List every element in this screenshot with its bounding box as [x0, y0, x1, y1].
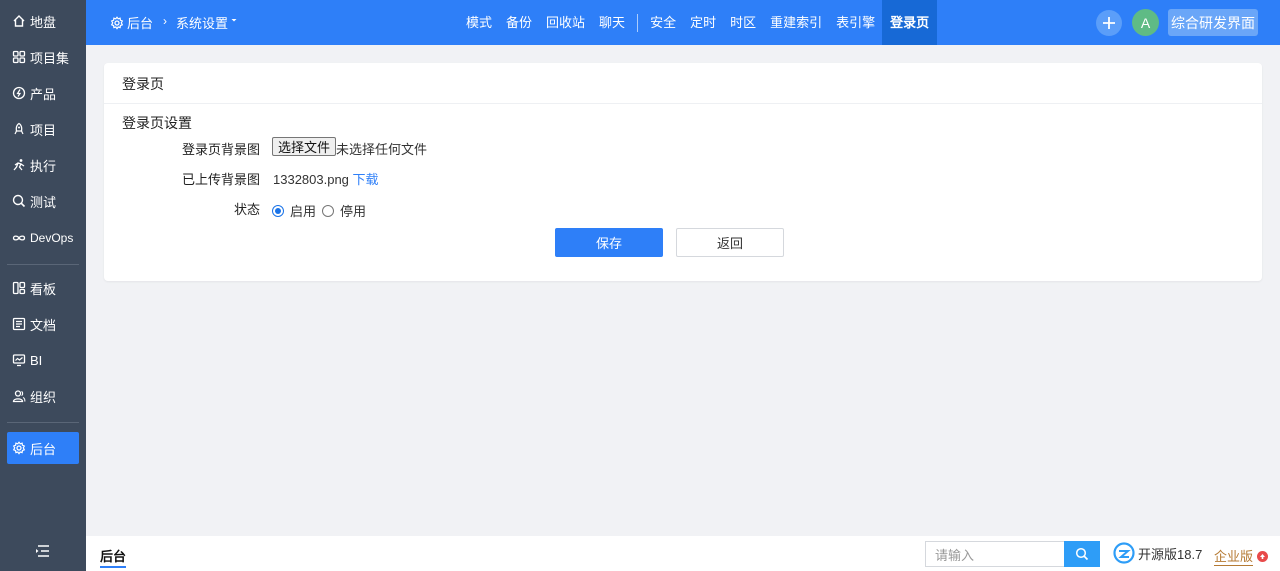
panel-divider	[104, 103, 1262, 104]
choose-file-button[interactable]: 选择文件	[272, 137, 337, 156]
panel-title: 登录页	[122, 76, 164, 92]
footer-breadcrumb[interactable]: 后台	[100, 546, 127, 568]
sidebar-item-label: 文档	[30, 317, 57, 333]
search-button[interactable]	[1064, 541, 1100, 567]
zentao-logo-icon	[1113, 542, 1135, 564]
nav-security[interactable]: 安全	[643, 0, 683, 45]
version-info[interactable]: 开源版18.7	[1113, 542, 1202, 564]
gear-icon	[110, 15, 124, 30]
search-input[interactable]: 请输入	[925, 541, 1064, 567]
create-button[interactable]	[1096, 10, 1122, 36]
sidebar-item-project[interactable]: 项目	[7, 113, 79, 145]
file-status: 未选择任何文件	[336, 142, 428, 157]
sidebar-item-dashboard[interactable]: 地盘	[7, 5, 79, 37]
home-icon	[13, 15, 25, 27]
bg-image-label: 登录页背景图	[181, 142, 260, 157]
sidebar-item-label: 测试	[30, 194, 57, 210]
section-title: 登录页设置	[122, 115, 192, 131]
status-label: 状态	[233, 202, 260, 217]
gear-icon	[12, 441, 26, 455]
uploaded-bg-label: 已上传背景图	[181, 172, 260, 187]
nav-rebuild-index[interactable]: 重建索引	[763, 0, 829, 45]
sidebar-item-devops[interactable]: DevOps	[7, 222, 79, 254]
test-icon	[12, 194, 26, 208]
plus-icon	[1103, 17, 1115, 29]
status-enable-radio[interactable]: 启用	[272, 201, 316, 220]
uploaded-file-info: 1332803.png 下载	[273, 169, 379, 188]
caret-down-icon	[231, 18, 237, 21]
breadcrumb-root[interactable]: 后台	[127, 13, 153, 32]
download-link[interactable]: 下载	[353, 172, 379, 187]
footer-bar: 后台 请输入 开源版18.7 企业版	[86, 536, 1280, 571]
sidebar-item-doc[interactable]: 文档	[7, 308, 79, 340]
grid-icon	[12, 50, 26, 64]
sidebar: 地盘 项目集 产品 项目 执行 测试 DevOps 看板 文档 BI 组织 后台	[0, 0, 86, 571]
sidebar-item-product[interactable]: 产品	[7, 77, 79, 109]
back-button[interactable]: 返回	[676, 228, 784, 257]
nav-chat[interactable]: 聊天	[592, 0, 632, 45]
sidebar-item-kanban[interactable]: 看板	[7, 272, 79, 304]
menu-collapse-icon[interactable]	[35, 544, 51, 558]
search-icon	[1075, 547, 1089, 561]
breadcrumb: 后台 › 系统设置	[110, 0, 238, 45]
sidebar-item-label: 组织	[30, 389, 57, 405]
top-header: 后台 › 系统设置 模式 备份 回收站 聊天 安全 定时 时区 重建索引 表引擎…	[86, 0, 1280, 45]
sidebar-item-label: 执行	[30, 158, 57, 174]
settings-nav: 模式 备份 回收站 聊天 安全 定时 时区 重建索引 表引擎 登录页	[459, 0, 938, 45]
uploaded-file-name: 1332803.png	[273, 172, 349, 187]
sidebar-divider	[7, 264, 79, 265]
monitor-icon	[12, 354, 26, 367]
sidebar-item-org[interactable]: 组织	[7, 380, 79, 412]
status-disable-radio[interactable]: 停用	[322, 201, 366, 220]
run-icon	[13, 159, 25, 171]
nav-cron[interactable]: 定时	[683, 0, 723, 45]
people-icon	[12, 390, 26, 403]
sidebar-item-label: 产品	[30, 86, 57, 102]
sidebar-item-label: 项目	[30, 122, 57, 138]
sidebar-item-label: 看板	[30, 281, 57, 297]
sidebar-item-program[interactable]: 项目集	[7, 41, 79, 73]
enterprise-label: 企业版	[1214, 546, 1254, 566]
enterprise-link[interactable]: 企业版	[1214, 546, 1269, 566]
sidebar-item-label: BI	[30, 352, 43, 368]
nav-trash[interactable]: 回收站	[539, 0, 592, 45]
upgrade-arrow-icon	[1257, 550, 1269, 562]
switch-ui-button[interactable]: 综合研发界面	[1168, 9, 1258, 36]
sidebar-item-label: 后台	[30, 441, 57, 457]
project-icon	[14, 122, 24, 135]
nav-backup[interactable]: 备份	[499, 0, 539, 45]
version-label: 开源版18.7	[1138, 546, 1203, 562]
chevron-right-icon: ›	[163, 13, 168, 28]
radio-label: 停用	[340, 204, 367, 219]
nav-separator	[637, 13, 639, 32]
login-page-panel: 登录页 登录页设置 登录页背景图 选择文件 未选择任何文件 已上传背景图 133…	[104, 63, 1262, 281]
breadcrumb-current[interactable]: 系统设置	[176, 13, 228, 32]
radio-unchecked-icon	[322, 204, 334, 217]
sidebar-item-admin[interactable]: 后台	[7, 432, 79, 464]
nav-login-page[interactable]: 登录页	[882, 0, 938, 45]
infinity-icon	[12, 235, 26, 241]
sidebar-item-test[interactable]: 测试	[7, 185, 79, 217]
sidebar-item-label: 项目集	[30, 50, 70, 66]
nav-mode[interactable]: 模式	[459, 0, 499, 45]
avatar[interactable]: A	[1132, 9, 1159, 36]
kanban-icon	[12, 281, 26, 295]
product-icon	[12, 86, 26, 100]
sidebar-item-bi[interactable]: BI	[7, 344, 79, 376]
radio-checked-icon	[272, 204, 284, 217]
nav-table-engine[interactable]: 表引擎	[829, 0, 882, 45]
sidebar-item-label: DevOps	[30, 231, 74, 245]
save-button[interactable]: 保存	[555, 228, 663, 257]
doc-icon	[12, 317, 26, 331]
nav-timezone[interactable]: 时区	[723, 0, 763, 45]
radio-label: 启用	[290, 204, 317, 219]
sidebar-item-label: 地盘	[30, 14, 57, 30]
sidebar-item-execution[interactable]: 执行	[7, 149, 79, 181]
sidebar-divider	[7, 422, 79, 423]
